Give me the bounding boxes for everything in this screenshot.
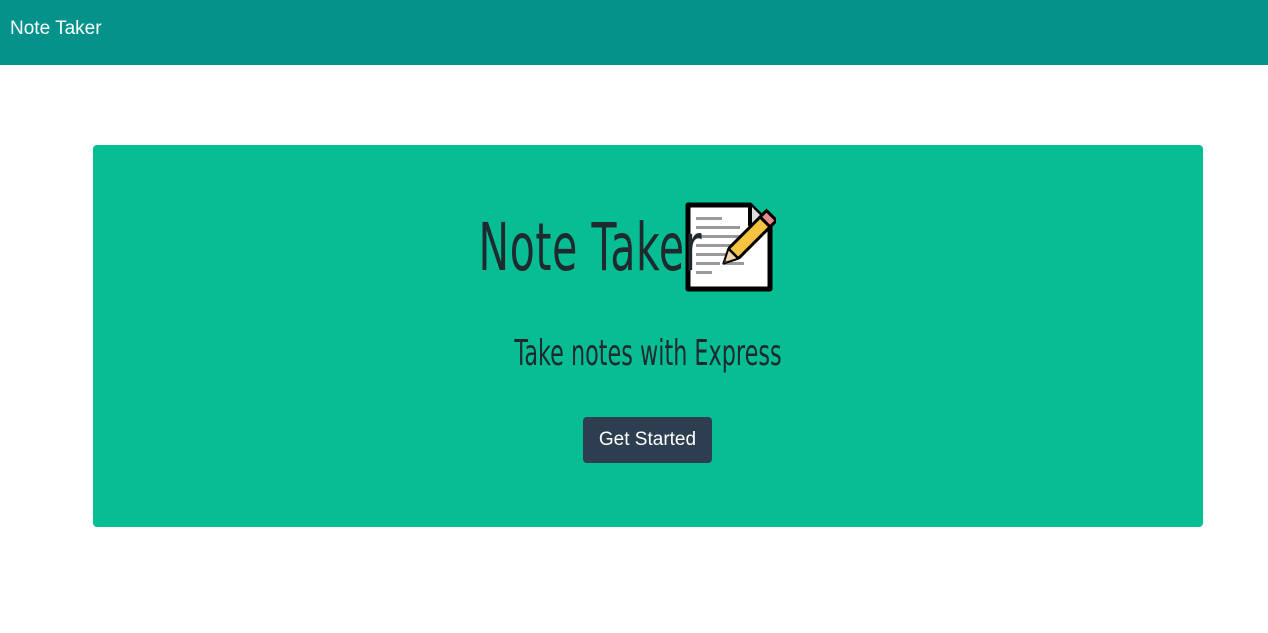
get-started-button[interactable]: Get Started — [583, 417, 712, 463]
navbar: Note Taker — [0, 0, 1268, 65]
hero-title-row: Note Taker — [93, 201, 1203, 293]
hero-jumbotron: Note Taker Take notes with Express Get S — [93, 145, 1203, 527]
hero-subtitle: Take notes with Express — [514, 333, 782, 374]
hero-title: Note Taker — [478, 208, 702, 286]
navbar-brand-link[interactable]: Note Taker — [10, 19, 102, 38]
